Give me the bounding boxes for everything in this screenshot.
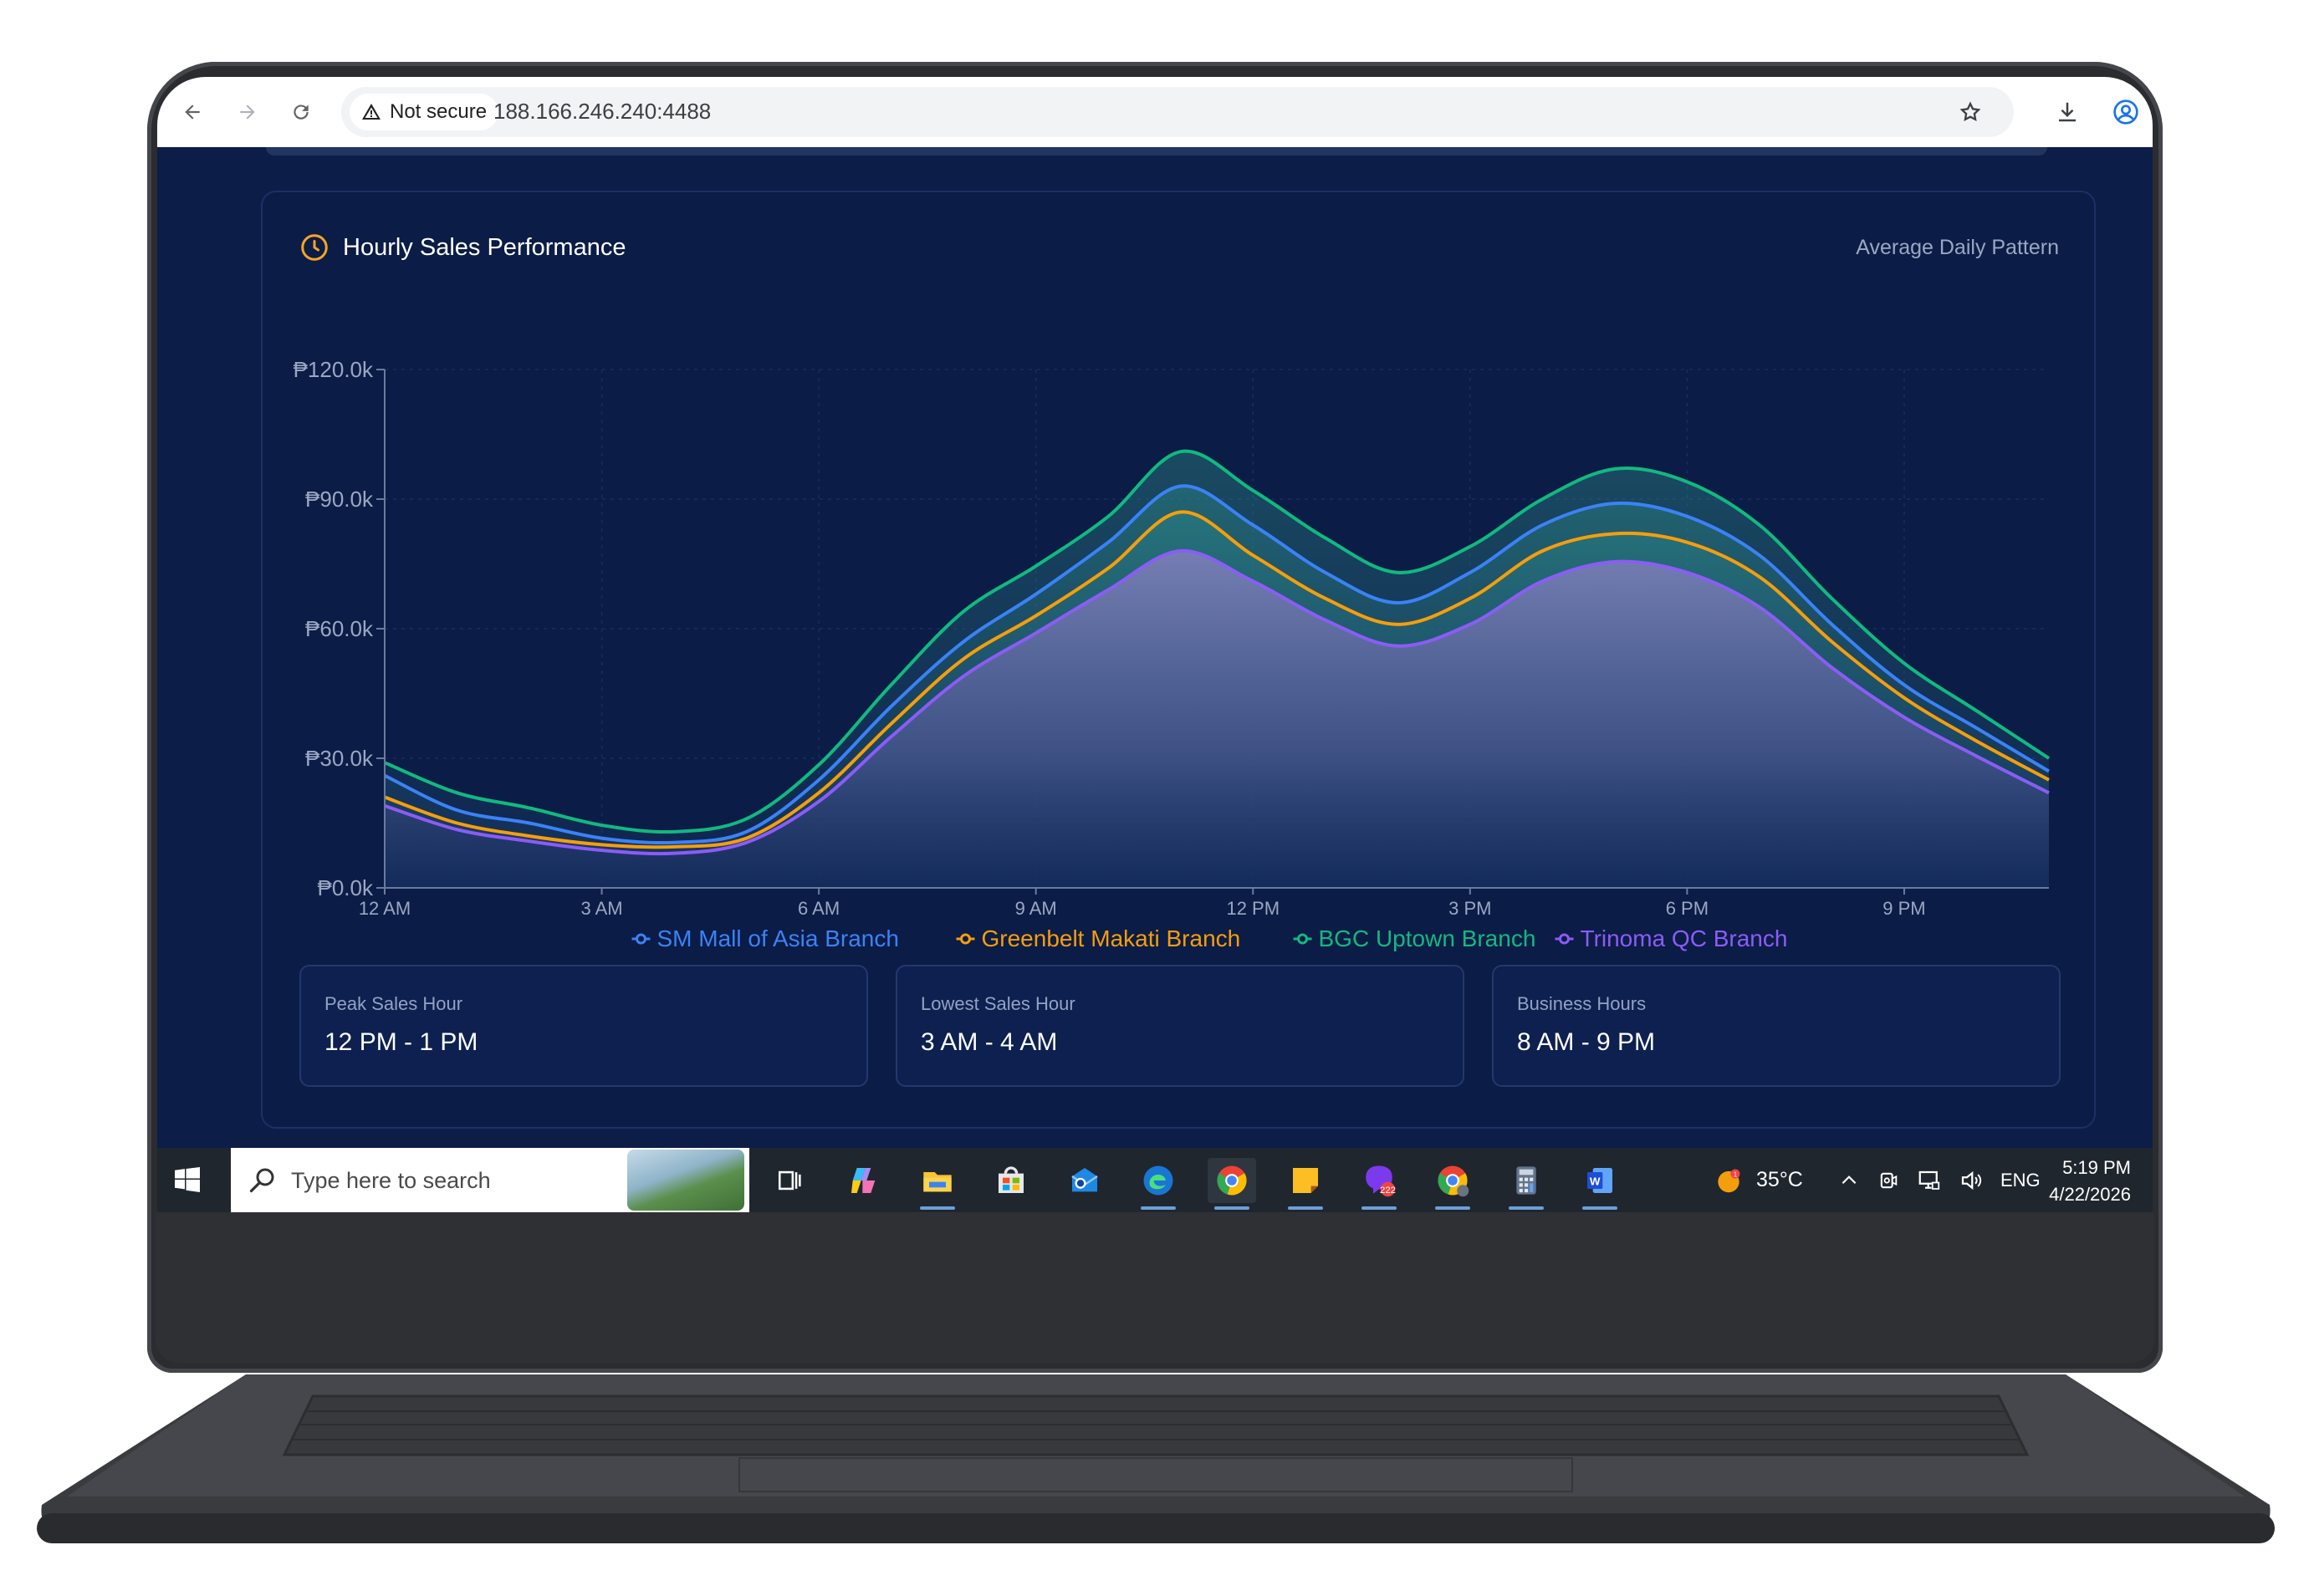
- lowest-sales-stat: Lowest Sales Hour 3 AM - 4 AM: [896, 965, 1464, 1087]
- clock-date: 4/22/2026: [2049, 1184, 2131, 1205]
- download-icon[interactable]: [2047, 92, 2087, 132]
- taskbar-search[interactable]: Type here to search: [231, 1148, 749, 1212]
- temperature: 35°C: [1756, 1168, 1803, 1191]
- stat-label: Business Hours: [1517, 993, 1647, 1014]
- legend-marker: [636, 933, 646, 945]
- language-indicator[interactable]: ENG: [2000, 1170, 2041, 1191]
- viber-icon[interactable]: 222: [1355, 1158, 1403, 1210]
- reload-icon[interactable]: [283, 94, 319, 130]
- file-explorer-icon[interactable]: [913, 1158, 962, 1210]
- legend-label: Greenbelt Makati Branch: [982, 925, 1241, 951]
- windows-start-icon[interactable]: [172, 1165, 202, 1195]
- outlook-icon[interactable]: [1060, 1158, 1109, 1203]
- stat-label: Peak Sales Hour: [324, 993, 463, 1014]
- forward-icon[interactable]: [229, 94, 266, 130]
- bookmark-star-icon[interactable]: [1950, 92, 1990, 132]
- chrome-icon[interactable]: [1208, 1158, 1256, 1210]
- stat-value: 8 AM - 9 PM: [1517, 1028, 1656, 1056]
- search-icon: [249, 1168, 274, 1193]
- x-tick-label: 6 AM: [798, 898, 840, 919]
- weather-sun-icon: 1: [1718, 1169, 1740, 1192]
- calculator-icon[interactable]: [1502, 1158, 1550, 1210]
- laptop-screen: Not secure 188.166.246.240:4488 Hourly S…: [157, 77, 2153, 1212]
- x-tick-label: 3 AM: [580, 898, 622, 919]
- stat-value: 12 PM - 1 PM: [324, 1028, 478, 1056]
- y-tick-label: ₱0.0k: [318, 875, 374, 900]
- stat-value: 3 AM - 4 AM: [921, 1028, 1058, 1056]
- card-subtitle: Average Daily Pattern: [1856, 236, 2059, 259]
- svg-text:222: 222: [1380, 1186, 1396, 1196]
- word-icon[interactable]: W: [1576, 1158, 1624, 1210]
- legend-marker: [1297, 933, 1308, 945]
- browser-toolbar: Not secure 188.166.246.240:4488: [157, 77, 2153, 147]
- y-tick-label: ₱90.0k: [305, 487, 374, 512]
- system-tray: ENG: [1838, 1148, 2041, 1212]
- security-label: Not secure: [390, 100, 488, 123]
- legend-item: BGC Uptown Branch: [1293, 925, 1536, 951]
- x-tick-label: 12 AM: [359, 898, 411, 919]
- x-tick-label: 12 PM: [1226, 898, 1280, 919]
- search-placeholder: Type here to search: [291, 1168, 491, 1193]
- legend-item: Greenbelt Makati Branch: [956, 925, 1241, 951]
- security-chip[interactable]: Not secure: [350, 94, 499, 130]
- volume-icon[interactable]: [1959, 1168, 1984, 1193]
- copilot-icon[interactable]: [840, 1158, 888, 1203]
- warning-icon: [362, 104, 381, 120]
- legend-label: BGC Uptown Branch: [1319, 925, 1536, 951]
- y-tick-label: ₱30.0k: [305, 746, 374, 771]
- clock-time: 5:19 PM: [2062, 1157, 2131, 1178]
- weather-widget[interactable]: 1 35°C: [1713, 1148, 1803, 1212]
- back-icon[interactable]: [174, 94, 211, 130]
- sticky-notes-icon[interactable]: [1281, 1158, 1330, 1210]
- x-tick-label: 6 PM: [1666, 898, 1709, 919]
- y-tick-label: ₱60.0k: [305, 616, 374, 641]
- chevron-up-icon[interactable]: [1838, 1170, 1860, 1191]
- profile-icon[interactable]: [2106, 92, 2146, 132]
- legend-item: Trinoma QC Branch: [1555, 925, 1788, 951]
- card-title: Hourly Sales Performance: [343, 233, 626, 261]
- y-tick-label: ₱120.0k: [294, 357, 374, 382]
- edge-icon[interactable]: [1134, 1158, 1183, 1210]
- x-tick-label: 9 AM: [1015, 898, 1057, 919]
- microsoft-store-icon[interactable]: [987, 1158, 1035, 1203]
- legend-marker: [960, 933, 971, 945]
- legend-item: SM Mall of Asia Branch: [631, 925, 899, 951]
- x-tick-label: 3 PM: [1448, 898, 1491, 919]
- laptop-base: [37, 1371, 2275, 1547]
- meet-now-icon[interactable]: [1877, 1169, 1900, 1192]
- taskbar-clock[interactable]: 5:19 PM 4/22/2026: [2049, 1155, 2131, 1208]
- peak-sales-stat: Peak Sales Hour 12 PM - 1 PM: [299, 965, 868, 1087]
- svg-text:W: W: [1590, 1175, 1601, 1187]
- stat-label: Lowest Sales Hour: [921, 993, 1075, 1014]
- business-hours-stat: Business Hours 8 AM - 9 PM: [1492, 965, 2061, 1087]
- laptop-bezel: [156, 1212, 2154, 1363]
- x-tick-label: 9 PM: [1882, 898, 1925, 919]
- chrome-profile-icon[interactable]: [1428, 1158, 1477, 1210]
- search-highlight-image: [627, 1150, 744, 1211]
- page-header-edge: [266, 147, 2047, 156]
- hourly-sales-chart: ₱0.0k ₱30.0k ₱60.0k ₱90.0k ₱120.0k 12 AM 3 AM 6…: [294, 357, 2051, 951]
- address-bar[interactable]: Not secure 188.166.246.240:4488: [341, 87, 2014, 137]
- legend-label: Trinoma QC Branch: [1581, 925, 1788, 951]
- legend-marker: [1559, 933, 1570, 945]
- hourly-sales-card: Hourly Sales Performance Average Daily P…: [261, 191, 2096, 1129]
- windows-taskbar: Type here to search 222 W 1 35°C ENG 5:1…: [157, 1148, 2153, 1212]
- task-view-icon[interactable]: [766, 1158, 815, 1203]
- legend-label: SM Mall of Asia Branch: [657, 925, 899, 951]
- weather-badge: 1: [1734, 1170, 1738, 1178]
- network-icon[interactable]: [1917, 1168, 1942, 1193]
- card-header: Hourly Sales Performance: [299, 232, 626, 263]
- clock-icon: [301, 234, 328, 261]
- url-text[interactable]: 188.166.246.240:4488: [493, 99, 711, 125]
